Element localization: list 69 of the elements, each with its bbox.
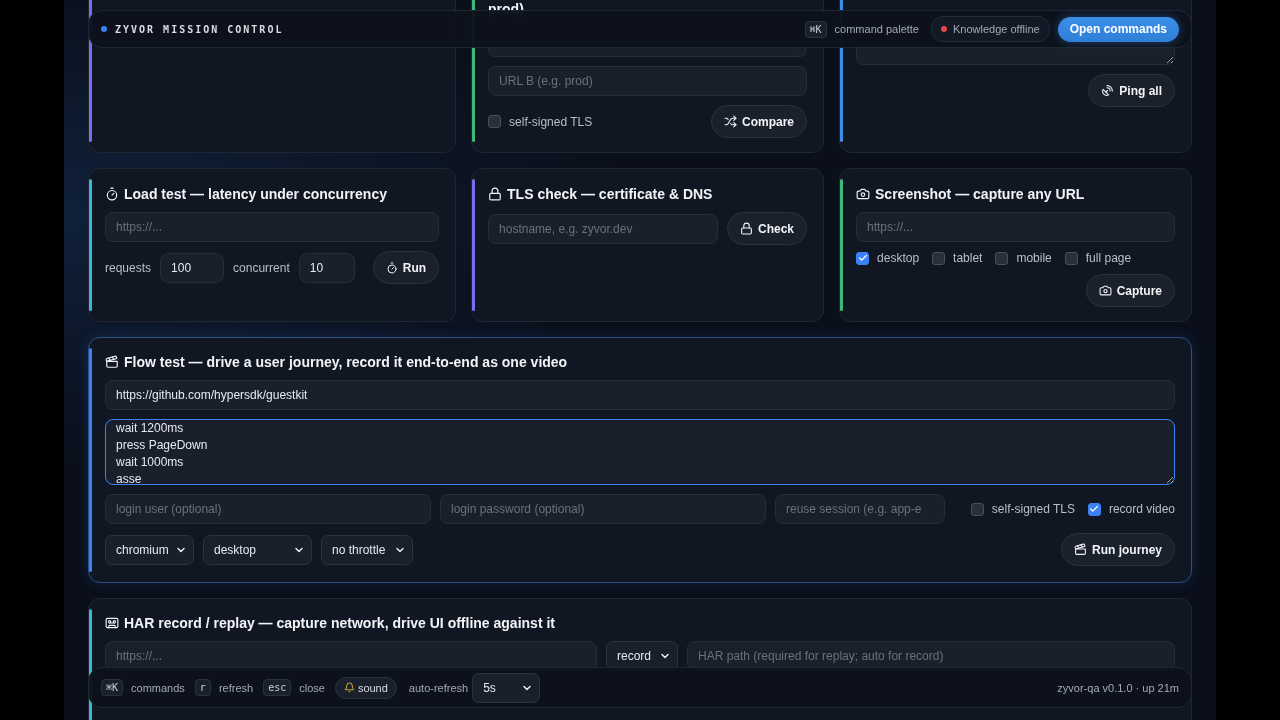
run-button[interactable]: Run xyxy=(372,251,440,284)
cassette-icon xyxy=(105,616,119,630)
checkbox[interactable] xyxy=(1064,251,1078,265)
dropdown[interactable]: chromium xyxy=(105,534,194,565)
checkbox[interactable] xyxy=(932,251,946,265)
login-password-field[interactable]: login password (optional) xyxy=(440,494,766,524)
shortcut-label: refresh xyxy=(218,681,254,694)
session-field[interactable]: reuse session (e.g. app-e xyxy=(775,494,945,524)
checkbox[interactable] xyxy=(1087,502,1101,516)
card-title: Screenshot — capture any URL xyxy=(875,185,1085,203)
concurrent-field[interactable]: 10 xyxy=(298,252,355,283)
run-journey-button[interactable]: Run journey xyxy=(1061,533,1175,566)
checkbox-label: mobile xyxy=(1016,251,1052,265)
checkbox-label: self-signed TLS xyxy=(991,502,1075,516)
card-title: Flow test — drive a user journey, record it end-to-end as one video xyxy=(124,353,568,371)
status-dot xyxy=(101,26,107,32)
url-field[interactable]: https://github.com/hypersdk/guestkit xyxy=(105,380,1175,410)
login-user-field[interactable]: login user (optional) xyxy=(105,494,431,524)
status-label: Knowledge offline xyxy=(953,23,1040,35)
camera-icon xyxy=(1098,284,1112,297)
requests-label: requests xyxy=(105,260,152,275)
compare-button[interactable]: Compare xyxy=(711,105,808,138)
shortcut-key: esc xyxy=(263,679,292,696)
bell-icon xyxy=(343,682,355,693)
lock-icon xyxy=(740,222,753,235)
timer-icon xyxy=(105,187,119,201)
version-text: zyvor-qa v0.1.0 · up 21m xyxy=(1057,681,1179,694)
sound-button[interactable]: sound xyxy=(334,676,397,699)
card-title: Load test — latency under concurrency xyxy=(124,185,387,203)
app-title: ZYVOR MISSION CONTROL xyxy=(115,23,284,35)
check-button[interactable]: Check xyxy=(727,212,808,245)
checkbox-label: full page xyxy=(1085,251,1132,265)
script-textarea[interactable]: wait 1200ms press PageDown wait 1000ms asse xyxy=(105,419,1175,485)
requests-field[interactable]: 100 xyxy=(160,252,225,283)
checkbox[interactable] xyxy=(995,251,1009,265)
concurrent-label: concurrent xyxy=(233,260,290,275)
shortcut-key: ⌘K xyxy=(804,20,827,38)
camera-icon xyxy=(856,187,871,201)
checkbox-label: tablet xyxy=(953,251,983,265)
clapperboard-icon xyxy=(105,355,119,369)
timer-icon xyxy=(385,261,398,274)
shortcut-key: ⌘K xyxy=(101,679,124,696)
capture-button[interactable]: Capture xyxy=(1085,274,1175,307)
url-field[interactable]: https://... xyxy=(856,212,1175,242)
checkbox-label: record video xyxy=(1108,502,1175,516)
url-field[interactable]: URL B (e.g. prod) xyxy=(488,66,808,96)
shortcut-label: commands xyxy=(131,681,185,694)
clapperboard-icon xyxy=(1074,543,1087,556)
shuffle-icon xyxy=(724,115,737,128)
checkbox[interactable] xyxy=(856,251,870,265)
checkbox[interactable] xyxy=(488,115,502,128)
auto-refresh-label: auto-refresh xyxy=(408,681,469,694)
dropdown[interactable]: no throttle xyxy=(321,534,413,565)
url-field[interactable]: https://... xyxy=(105,212,440,242)
shortcut-label: close xyxy=(299,681,325,694)
shortcut-key: r xyxy=(194,679,211,696)
checkbox[interactable] xyxy=(970,502,984,516)
shortcut-label: command palette xyxy=(834,23,919,35)
ping-button[interactable]: Ping all xyxy=(1088,74,1175,107)
card-title: HAR record / replay — capture network, drive UI offline against it xyxy=(124,614,555,632)
lock-icon xyxy=(488,187,503,201)
checkbox-label: desktop xyxy=(877,251,920,265)
refresh-dropdown[interactable]: 5s xyxy=(472,672,541,703)
hostname-field[interactable]: hostname, e.g. zyvor.dev xyxy=(488,213,718,244)
open-commands-button[interactable]: Open commands xyxy=(1057,16,1179,42)
satellite-dish-icon xyxy=(1101,84,1115,97)
dropdown[interactable]: desktop xyxy=(203,534,312,565)
checkbox-label: self-signed TLS xyxy=(509,114,593,129)
card-title: TLS check — certificate & DNS xyxy=(507,185,713,203)
